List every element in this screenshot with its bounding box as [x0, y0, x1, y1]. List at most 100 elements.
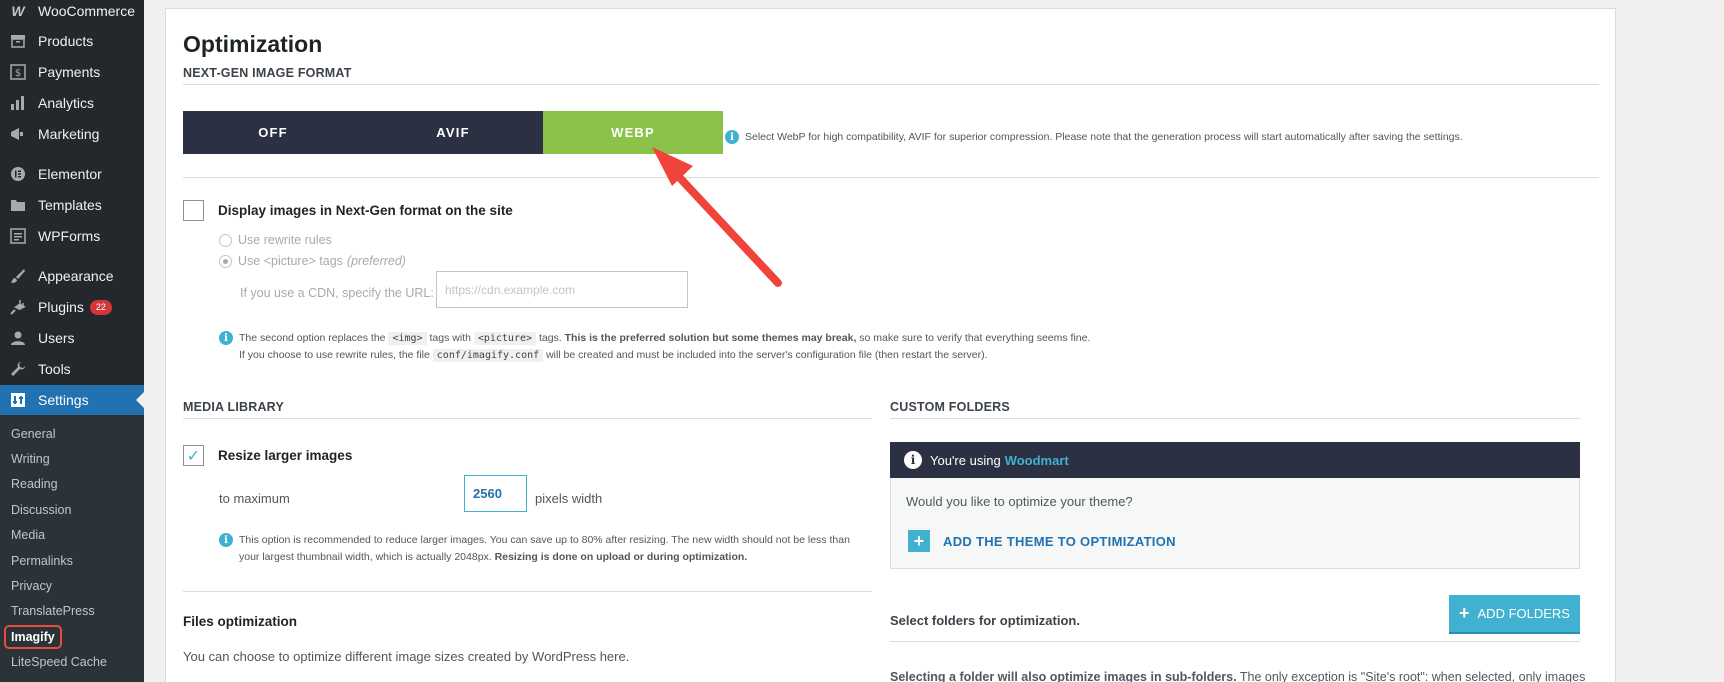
note-text: so make sure to verify that everything s…	[859, 332, 1091, 344]
dollar-icon: $	[8, 62, 28, 82]
sidebar-item-tools[interactable]: Tools	[0, 354, 144, 384]
conf-file-code: conf/imagify.conf	[432, 349, 544, 362]
sidebar-item-marketing[interactable]: Marketing	[0, 119, 144, 149]
note-bold-text: Resizing is done on upload or during opt…	[494, 551, 748, 563]
info-circle-icon: i	[904, 451, 922, 469]
resize-checkbox[interactable]: ✓	[183, 445, 204, 466]
divider	[183, 177, 1599, 178]
submenu-item-translatepress[interactable]: TranslatePress	[11, 601, 95, 621]
submenu-item-discussion[interactable]: Discussion	[11, 500, 71, 520]
sidebar-item-users[interactable]: Users	[0, 323, 144, 353]
format-selector: OFF AVIF WEBP	[183, 111, 723, 154]
cdn-label: If you use a CDN, specify the URL:	[240, 286, 434, 300]
plugins-update-badge: 22	[89, 299, 112, 315]
sidebar-item-settings[interactable]: Settings	[0, 385, 144, 415]
sidebar-item-plugins[interactable]: Plugins 22	[0, 292, 144, 322]
resize-note: i This option is recommended to reduce l…	[219, 532, 871, 566]
divider	[890, 641, 1580, 642]
img-tag-code: <img>	[388, 332, 427, 345]
page-title: Optimization	[183, 31, 323, 57]
forms-icon	[8, 226, 28, 246]
sidebar-item-templates[interactable]: Templates	[0, 190, 144, 220]
sidebar-item-wpforms[interactable]: WPForms	[0, 221, 144, 251]
max-width-input[interactable]: 2560	[464, 475, 527, 512]
note-text: tags.	[538, 332, 562, 344]
plus-icon: +	[908, 530, 930, 552]
rewrite-rules-label: Use rewrite rules	[238, 233, 332, 247]
submenu-item-permalinks[interactable]: Permalinks	[11, 551, 73, 571]
submenu-item-reading[interactable]: Reading	[11, 474, 58, 494]
sidebar-item-label: Products	[38, 33, 94, 49]
sidebar-item-payments[interactable]: $ Payments	[0, 57, 144, 87]
resize-row: ✓ Resize larger images	[183, 445, 352, 466]
rewrite-rules-radio[interactable]	[219, 233, 232, 247]
format-option-webp[interactable]: WEBP	[543, 111, 723, 154]
sidebar-item-label: WooCommerce	[38, 3, 135, 19]
submenu-item-general[interactable]: General	[11, 424, 55, 444]
sidebar-item-label: Tools	[38, 361, 71, 377]
nextgen-note: i The second option replaces the <img> t…	[219, 330, 1090, 364]
submenu-item-litespeed-cache[interactable]: LiteSpeed Cache	[11, 652, 107, 672]
theme-question: Would you like to optimize your theme?	[906, 494, 1133, 509]
sidebar-item-label: Payments	[38, 64, 101, 80]
folders-note-bold: Selecting a folder will also optimize im…	[890, 670, 1237, 682]
plug-icon	[8, 297, 28, 317]
sidebar-item-label: Elementor	[38, 166, 102, 182]
picture-tags-radio[interactable]	[219, 254, 232, 268]
sidebar-item-label: Plugins	[38, 299, 84, 315]
theme-box-header: i You're using Woodmart	[890, 442, 1580, 478]
divider	[183, 591, 872, 592]
sidebar-item-analytics[interactable]: Analytics	[0, 88, 144, 118]
add-folders-button[interactable]: + ADD FOLDERS	[1449, 595, 1580, 632]
format-option-off[interactable]: OFF	[183, 111, 363, 154]
theme-name: Woodmart	[1004, 452, 1069, 468]
picture-tag-code: <picture>	[473, 332, 537, 345]
to-maximum-label: to maximum	[219, 491, 290, 506]
rewrite-rules-option[interactable]: Use rewrite rules	[219, 233, 332, 247]
resize-label: Resize larger images	[218, 448, 353, 463]
sidebar-item-elementor[interactable]: Elementor	[0, 159, 144, 189]
add-theme-button[interactable]: + ADD THE THEME TO OPTIMIZATION	[908, 530, 1176, 552]
note-text: tags with	[429, 332, 471, 344]
display-nextgen-label: Display images in Next-Gen format on the…	[218, 203, 513, 218]
submenu-item-privacy[interactable]: Privacy	[11, 576, 52, 596]
submenu-item-media[interactable]: Media	[11, 525, 45, 545]
display-nextgen-checkbox[interactable]	[183, 200, 204, 221]
picture-tags-preferred: (preferred)	[346, 254, 406, 268]
woo-icon: W	[11, 3, 25, 19]
divider	[183, 84, 1599, 85]
display-nextgen-row: Display images in Next-Gen format on the…	[183, 200, 513, 221]
brush-icon	[8, 266, 28, 286]
submenu-item-imagify[interactable]: Imagify	[4, 625, 62, 649]
sidebar-item-woocommerce[interactable]: W WooCommerce	[0, 0, 144, 26]
sidebar-item-appearance[interactable]: Appearance	[0, 261, 144, 291]
info-icon: i	[725, 130, 739, 144]
sidebar-item-products[interactable]: Products	[0, 26, 144, 56]
using-theme-label: You're using	[930, 452, 1001, 468]
format-help-text: Select WebP for high compatibility, AVIF…	[745, 131, 1463, 143]
pixels-width-label: pixels width	[535, 491, 603, 506]
note-text: The second option replaces the	[239, 332, 386, 344]
folders-note-text: The only exception is "Site's root": whe…	[1239, 670, 1586, 682]
cdn-url-input[interactable]	[436, 271, 688, 308]
select-folders-label: Select folders for optimization.	[890, 613, 1080, 628]
media-library-label: MEDIA LIBRARY	[183, 400, 284, 414]
submenu-item-writing[interactable]: Writing	[11, 449, 50, 469]
info-icon: i	[219, 533, 233, 547]
nextgen-section-label: NEXT-GEN IMAGE FORMAT	[183, 66, 352, 80]
plus-icon: +	[1459, 603, 1470, 623]
note-bold-text: This is the preferred solution but some …	[564, 332, 857, 344]
folder-icon	[8, 195, 28, 215]
info-icon: i	[219, 331, 233, 345]
user-icon	[8, 328, 28, 348]
files-optimization-title: Files optimization	[183, 614, 298, 629]
sidebar-item-label: Marketing	[38, 126, 100, 142]
picture-tags-label: Use <picture> tags	[238, 254, 343, 268]
picture-tags-option[interactable]: Use <picture> tags (preferred)	[219, 254, 406, 268]
note-text: will be created and must be included int…	[546, 349, 988, 361]
sidebar-item-label: Analytics	[38, 95, 95, 111]
sidebar-item-label: Users	[38, 330, 75, 346]
format-option-avif[interactable]: AVIF	[363, 111, 543, 154]
theme-box: i You're using Woodmart Would you like t…	[890, 442, 1580, 569]
bar-chart-icon	[8, 93, 28, 113]
